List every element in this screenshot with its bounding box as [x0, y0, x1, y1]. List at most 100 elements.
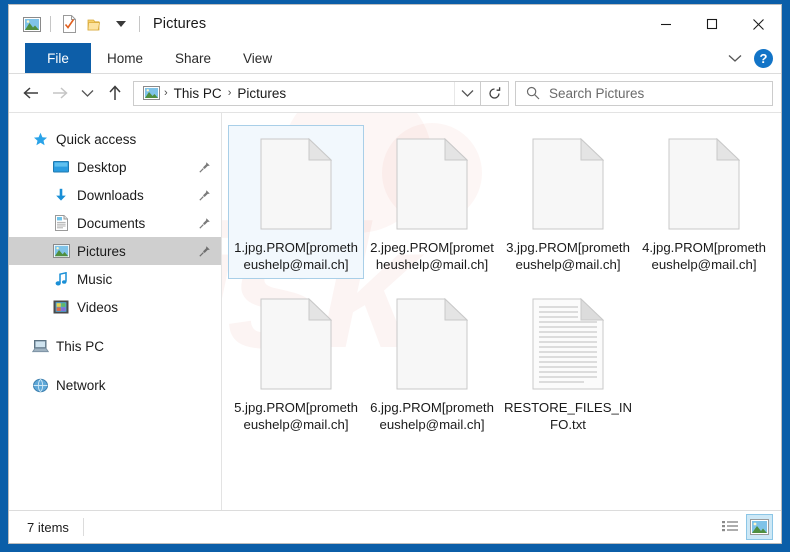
file-grid: 1.jpg.PROM[prometheushelp@mail.ch] 2.jpe… — [228, 125, 781, 445]
help-icon[interactable]: ? — [754, 49, 773, 68]
file-item[interactable]: 1.jpg.PROM[prometheushelp@mail.ch] — [228, 125, 364, 279]
this-pc-icon — [31, 337, 49, 355]
refresh-button[interactable] — [481, 81, 509, 106]
up-button[interactable] — [101, 78, 129, 108]
maximize-button[interactable] — [689, 5, 735, 43]
item-count-label: 7 items — [9, 520, 69, 535]
file-list-view[interactable]: risk 1.jpg.PROM[prometheushelp@mail.ch] — [221, 113, 781, 510]
recent-locations-button[interactable] — [73, 78, 101, 108]
generic-file-icon — [532, 130, 604, 238]
file-name: RESTORE_FILES_INFO.txt — [504, 400, 632, 433]
sidebar-item-desktop[interactable]: Desktop — [9, 153, 221, 181]
minimize-button[interactable] — [643, 5, 689, 43]
pin-icon[interactable] — [198, 189, 211, 202]
sidebar-label-downloads: Downloads — [77, 188, 144, 203]
explorer-body: Quick access Desktop — [9, 112, 781, 510]
breadcrumb: › This PC › Pictures — [134, 86, 454, 101]
sidebar-item-this-pc[interactable]: This PC — [9, 332, 221, 360]
file-name: 4.jpg.PROM[prometheushelp@mail.ch] — [640, 240, 768, 273]
file-item[interactable]: 6.jpg.PROM[prometheushelp@mail.ch] — [364, 285, 500, 439]
sidebar-item-pictures[interactable]: Pictures — [9, 237, 221, 265]
address-bar[interactable]: › This PC › Pictures — [133, 81, 481, 106]
explorer-window: Pictures File Home Share View — [8, 4, 782, 544]
tab-view[interactable]: View — [227, 43, 288, 73]
caption-buttons — [643, 5, 781, 43]
file-name: 1.jpg.PROM[prometheushelp@mail.ch] — [232, 240, 360, 273]
breadcrumb-item-pictures[interactable]: Pictures — [232, 86, 291, 101]
file-item[interactable]: 5.jpg.PROM[prometheushelp@mail.ch] — [228, 285, 364, 439]
chevron-down-icon[interactable] — [724, 50, 746, 67]
large-icons-view-button[interactable] — [746, 514, 773, 540]
title-bar: Pictures — [9, 5, 781, 43]
text-file-icon — [532, 290, 604, 398]
customize-qat-icon[interactable] — [108, 11, 134, 37]
quick-access-toolbar: Pictures — [9, 11, 206, 37]
toolbar-divider — [50, 16, 51, 32]
search-input[interactable] — [549, 86, 772, 101]
downloads-icon — [52, 186, 70, 204]
generic-file-icon — [396, 130, 468, 238]
sidebar-label-desktop: Desktop — [77, 160, 127, 175]
desktop-icon — [52, 158, 70, 176]
search-box[interactable] — [515, 81, 773, 106]
file-name: 3.jpg.PROM[prometheushelp@mail.ch] — [504, 240, 632, 273]
sidebar-item-quick-access[interactable]: Quick access — [9, 125, 221, 153]
sidebar-label-this-pc: This PC — [56, 339, 104, 354]
pin-icon[interactable] — [198, 217, 211, 230]
properties-icon[interactable] — [56, 11, 82, 37]
status-divider — [83, 518, 84, 536]
sidebar-item-documents[interactable]: Documents — [9, 209, 221, 237]
window-title: Pictures — [153, 16, 206, 32]
file-item[interactable]: 3.jpg.PROM[prometheushelp@mail.ch] — [500, 125, 636, 279]
sidebar-gap-1 — [9, 321, 221, 332]
file-name: 2.jpeg.PROM[prometheushelp@mail.ch] — [368, 240, 496, 273]
documents-icon — [52, 214, 70, 232]
back-button[interactable] — [17, 78, 45, 108]
view-mode-buttons — [717, 514, 773, 540]
sidebar-item-videos[interactable]: Videos — [9, 293, 221, 321]
pin-icon[interactable] — [198, 161, 211, 174]
toolbar-divider-2 — [139, 16, 140, 32]
sidebar-label-pictures: Pictures — [77, 244, 126, 259]
navigation-bar: › This PC › Pictures — [9, 74, 781, 112]
forward-button[interactable] — [45, 78, 73, 108]
network-icon — [31, 376, 49, 394]
breadcrumb-item-this-pc[interactable]: This PC — [169, 86, 227, 101]
videos-icon — [52, 298, 70, 316]
file-item[interactable]: 4.jpg.PROM[prometheushelp@mail.ch] — [636, 125, 772, 279]
sidebar-label-videos: Videos — [77, 300, 118, 315]
pictures-icon — [52, 242, 70, 260]
sidebar-item-network[interactable]: Network — [9, 371, 221, 399]
close-button[interactable] — [735, 5, 781, 43]
file-item[interactable]: RESTORE_FILES_INFO.txt — [500, 285, 636, 439]
generic-file-icon — [396, 290, 468, 398]
pictures-folder-icon[interactable] — [19, 11, 45, 37]
sidebar-item-music[interactable]: Music — [9, 265, 221, 293]
address-dropdown-icon[interactable] — [454, 82, 480, 105]
status-bar: 7 items — [9, 510, 781, 543]
sidebar-label-documents: Documents — [77, 216, 145, 231]
generic-file-icon — [668, 130, 740, 238]
ribbon-right-controls: ? — [724, 43, 773, 74]
sidebar-label-quick-access: Quick access — [56, 132, 136, 147]
ribbon-tabs: File Home Share View ? — [9, 43, 781, 74]
file-item[interactable]: 2.jpeg.PROM[prometheushelp@mail.ch] — [364, 125, 500, 279]
details-view-button[interactable] — [717, 514, 744, 540]
sidebar-gap-2 — [9, 360, 221, 371]
tab-share[interactable]: Share — [159, 43, 227, 73]
generic-file-icon — [260, 290, 332, 398]
file-name: 6.jpg.PROM[prometheushelp@mail.ch] — [368, 400, 496, 433]
navigation-pane: Quick access Desktop — [9, 113, 221, 510]
search-icon — [526, 86, 540, 100]
new-folder-icon[interactable] — [82, 11, 108, 37]
sidebar-label-network: Network — [56, 378, 106, 393]
pin-icon[interactable] — [198, 245, 211, 258]
breadcrumb-pictures-icon — [140, 86, 163, 100]
star-icon — [31, 130, 49, 148]
sidebar-item-downloads[interactable]: Downloads — [9, 181, 221, 209]
sidebar-label-music: Music — [77, 272, 112, 287]
tab-file[interactable]: File — [25, 43, 91, 73]
music-icon — [52, 270, 70, 288]
tab-home[interactable]: Home — [91, 43, 159, 73]
file-name: 5.jpg.PROM[prometheushelp@mail.ch] — [232, 400, 360, 433]
